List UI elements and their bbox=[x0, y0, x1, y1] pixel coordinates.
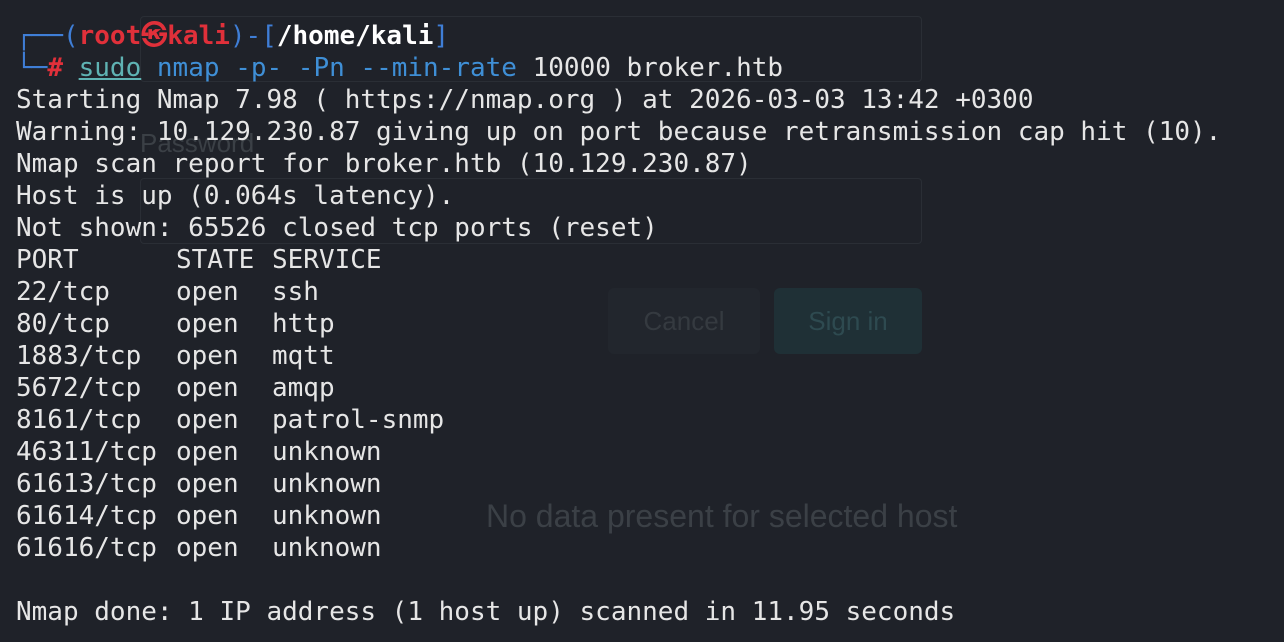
port-row: 61614/tcp open unknown bbox=[16, 501, 382, 531]
output-line: Warning: 10.129.230.87 giving up on port… bbox=[16, 117, 1222, 147]
prompt-host: kali bbox=[167, 21, 230, 51]
port-row: 22/tcp open ssh bbox=[16, 277, 319, 307]
prompt-line-2: └─# sudo nmap -p- -Pn --min-rate 10000 b… bbox=[16, 53, 784, 83]
output-line: Starting Nmap 7.98 ( https://nmap.org ) … bbox=[16, 85, 1034, 115]
cmd-nmap: nmap bbox=[156, 53, 220, 83]
terminal-output[interactable]: ┌──(root㉿kali)-[/home/kali] └─# sudo nma… bbox=[16, 20, 1284, 628]
output-line: Nmap scan report for broker.htb (10.129.… bbox=[16, 149, 752, 179]
prompt-line-1: ┌──(root㉿kali)-[/home/kali] bbox=[16, 21, 450, 51]
output-done-line: Nmap done: 1 IP address (1 host up) scan… bbox=[16, 597, 956, 627]
output-line: Host is up (0.064s latency). bbox=[16, 181, 455, 211]
port-row: 61613/tcp open unknown bbox=[16, 469, 382, 499]
cmd-rest: 10000 broker.htb bbox=[532, 53, 784, 83]
output-line: Not shown: 65526 closed tcp ports (reset… bbox=[16, 213, 658, 243]
port-row: 80/tcp open http bbox=[16, 309, 335, 339]
prompt-user: root bbox=[78, 21, 142, 51]
port-table-header: PORT STATE SERVICE bbox=[16, 245, 382, 275]
prompt-at-symbol: ㉿ bbox=[141, 21, 168, 51]
cmd-sudo: sudo bbox=[78, 53, 142, 83]
cmd-args: -p- -Pn --min-rate bbox=[235, 53, 517, 83]
port-row: 5672/tcp open amqp bbox=[16, 373, 335, 403]
port-row: 46311/tcp open unknown bbox=[16, 437, 382, 467]
port-row: 61616/tcp open unknown bbox=[16, 533, 382, 563]
port-row: 8161/tcp open patrol-snmp bbox=[16, 405, 445, 435]
port-row: 1883/tcp open mqtt bbox=[16, 341, 335, 371]
prompt-dir: /home/kali bbox=[276, 21, 434, 51]
